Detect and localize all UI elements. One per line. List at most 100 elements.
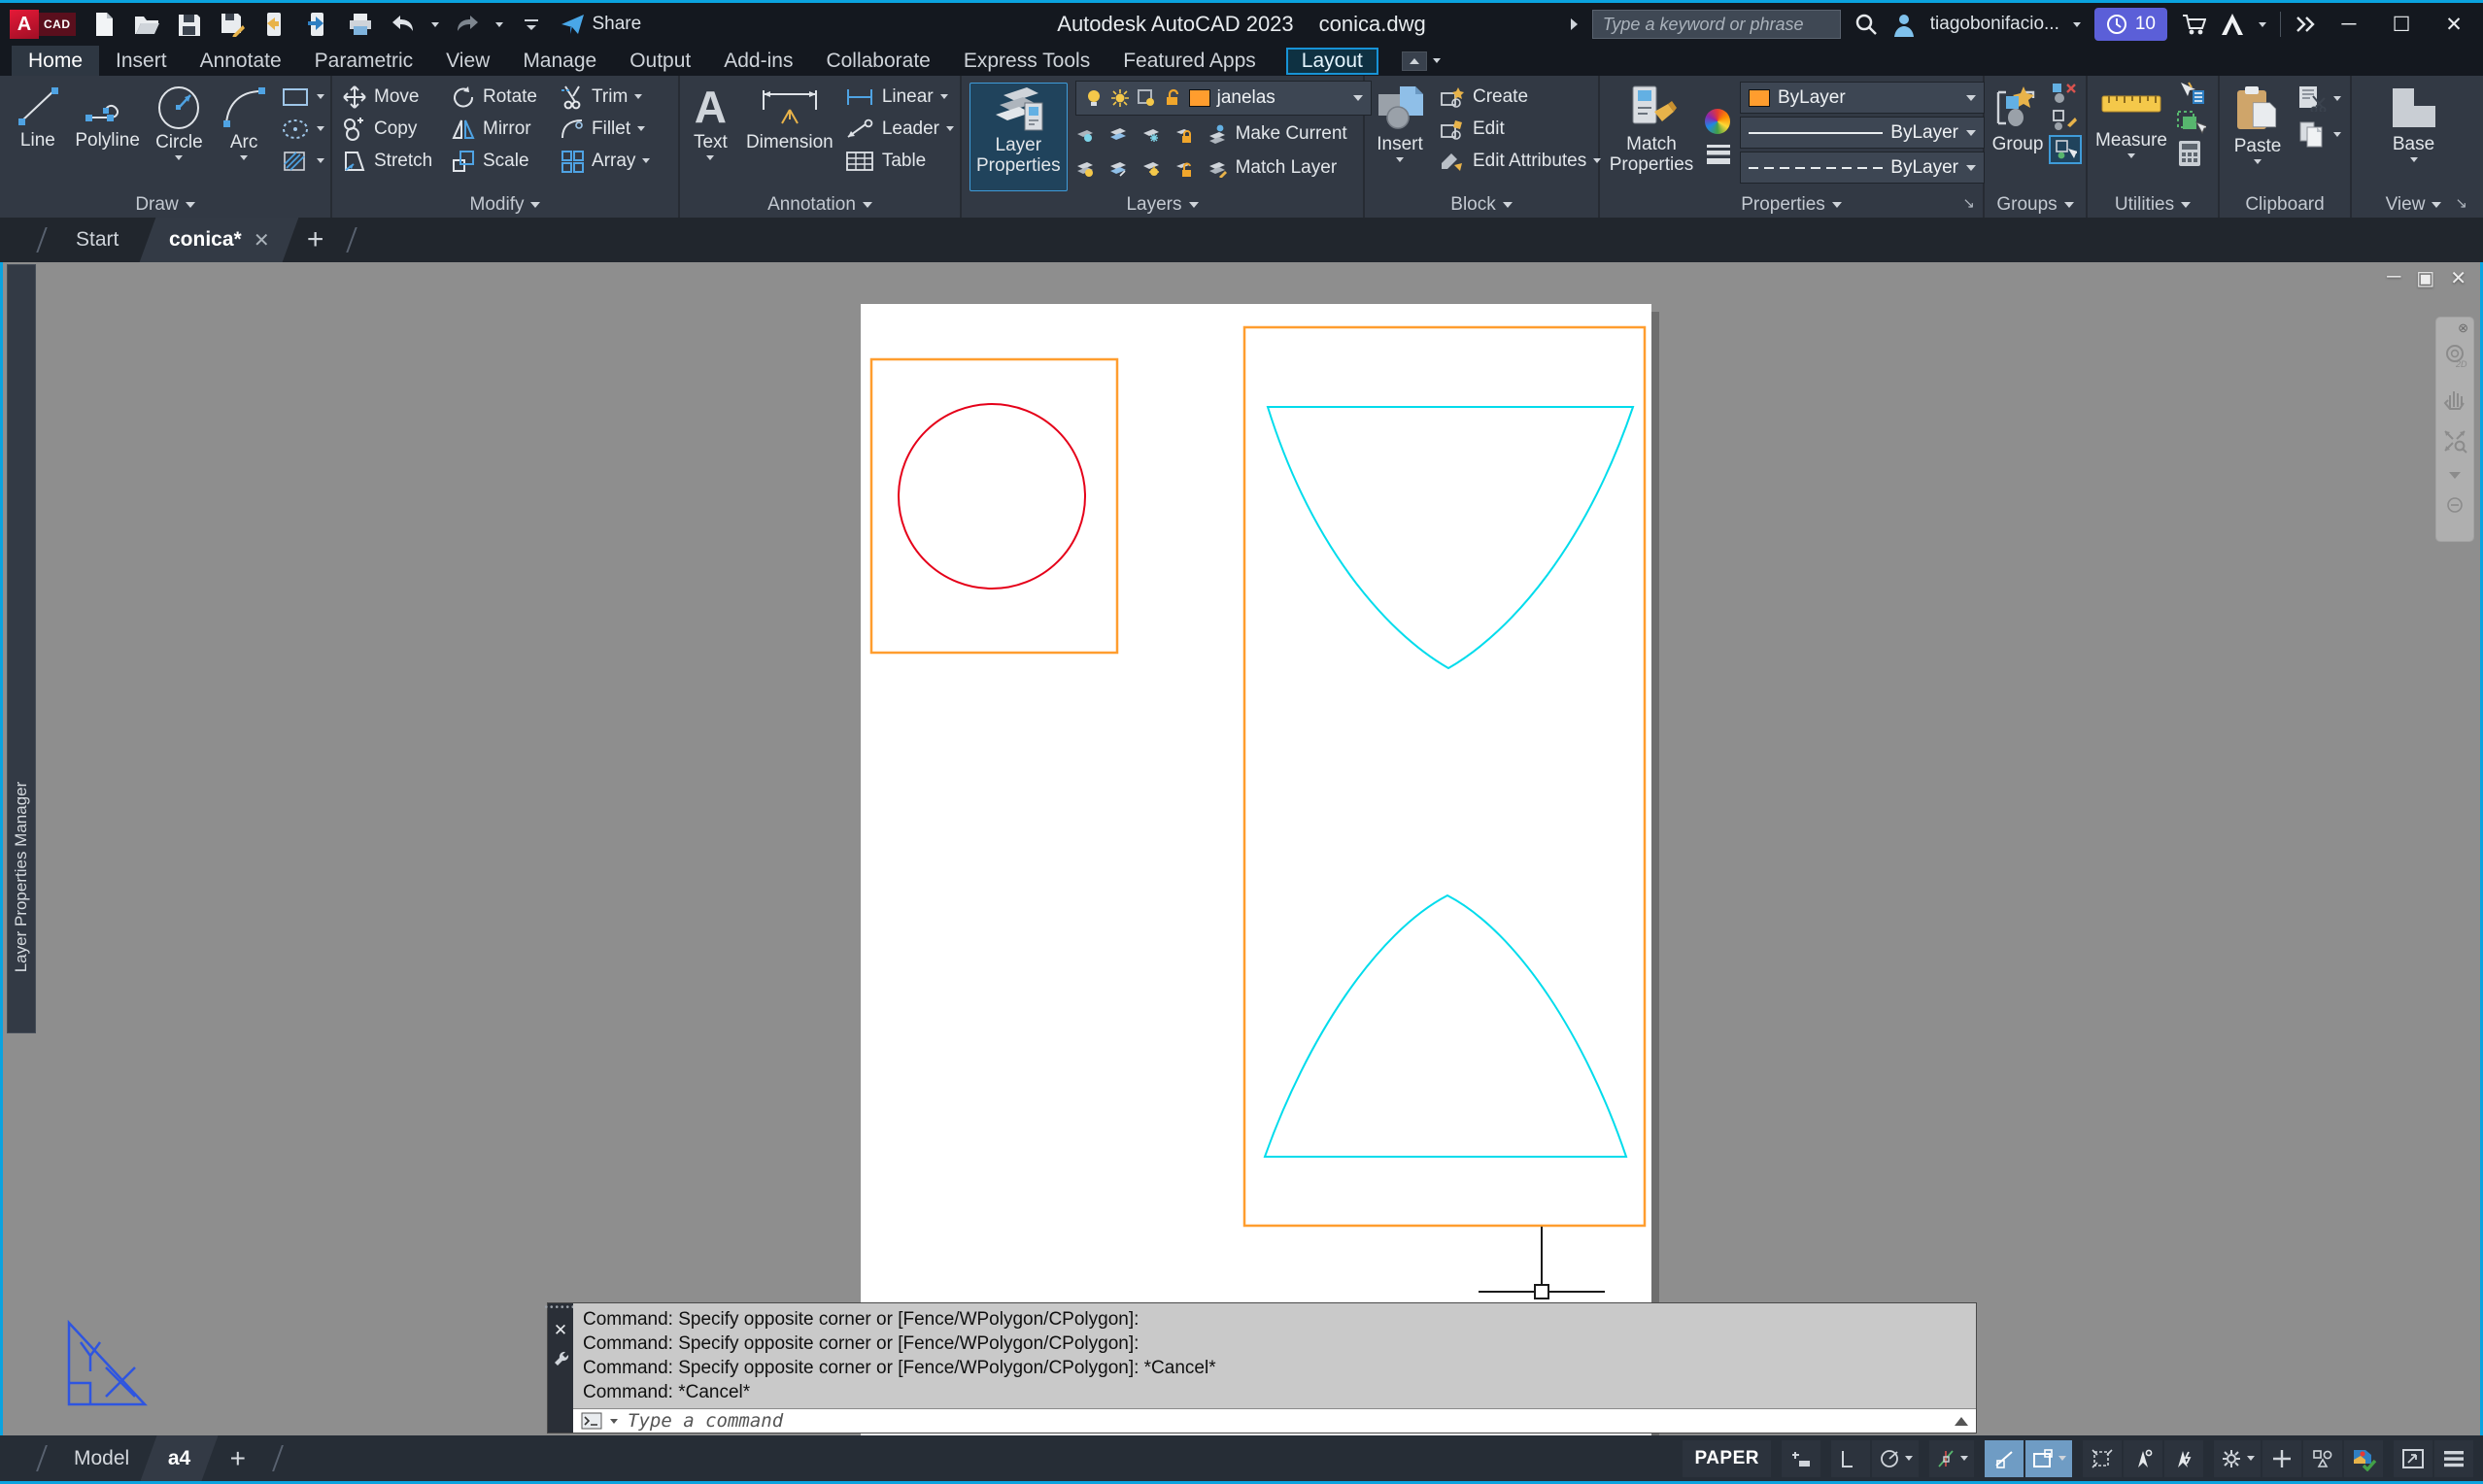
steering-wheel-2d-icon[interactable]: 2D [2442, 343, 2467, 368]
text-dropdown-caret[interactable] [706, 155, 714, 160]
annotation-autoscale-toggle[interactable] [2124, 1440, 2162, 1477]
scale-button[interactable]: Scale [451, 145, 560, 177]
export-button[interactable] [303, 10, 332, 39]
copy-dropdown-caret[interactable] [2333, 132, 2341, 137]
lineweight-dropdown-caret[interactable] [1966, 130, 1976, 136]
make-current-button[interactable]: Make Current [1207, 118, 1347, 150]
navbar-close-icon[interactable]: ⊗ [2458, 320, 2468, 336]
hatch-dropdown-caret[interactable] [317, 158, 324, 163]
rectangle-dropdown-caret[interactable] [317, 94, 324, 99]
array-dropdown-caret[interactable] [642, 158, 650, 163]
match-properties-button[interactable]: Match Properties [1606, 81, 1697, 191]
autodesk-menu-caret[interactable] [2259, 22, 2266, 27]
tab-express-tools[interactable]: Express Tools [947, 46, 1106, 76]
osnap-caret[interactable] [2058, 1456, 2066, 1461]
new-file-button[interactable] [89, 10, 119, 39]
user-avatar-icon[interactable] [1891, 12, 1917, 37]
close-window-button[interactable]: ✕ [2434, 8, 2473, 41]
measure-button[interactable]: Measure [2093, 81, 2169, 191]
customization-button[interactable] [2434, 1440, 2473, 1477]
pan-hand-icon[interactable] [2442, 386, 2467, 411]
app-menu-button[interactable]: A CAD [10, 10, 76, 39]
base-view-button[interactable]: Base [2375, 81, 2453, 191]
tab-insert[interactable]: Insert [99, 46, 184, 76]
command-input-row[interactable] [573, 1408, 1976, 1433]
layer-off-button[interactable] [1075, 118, 1095, 150]
panel-label-view[interactable]: View↘ [2352, 191, 2475, 218]
tab-add-ins[interactable]: Add-ins [707, 46, 809, 76]
tab-home[interactable]: Home [12, 46, 99, 76]
panel-label-block[interactable]: Block [1365, 191, 1598, 218]
tab-annotate[interactable]: Annotate [184, 46, 298, 76]
plot-button[interactable] [346, 10, 375, 39]
redo-button[interactable] [453, 10, 482, 39]
ellipse-button[interactable] [281, 113, 324, 145]
cart-icon[interactable] [2181, 13, 2206, 36]
layer-isolate-button[interactable] [1108, 118, 1128, 150]
color-dropdown-caret[interactable] [1966, 95, 1976, 101]
view-panel-launcher[interactable]: ↘ [2455, 194, 2467, 212]
tab-manage[interactable]: Manage [506, 46, 613, 76]
lineweight-dropdown[interactable]: ByLayer [1740, 117, 1985, 149]
grid-display-toggle[interactable] [1782, 1440, 1820, 1477]
doc-restore-button[interactable]: ▣ [2416, 266, 2434, 290]
zoom-extents-icon[interactable] [2442, 428, 2467, 454]
linetype-dropdown[interactable]: ByLayer [1740, 152, 1985, 184]
annotation-scale-button[interactable] [2164, 1440, 2203, 1477]
navbar-dropdown-caret[interactable] [2448, 471, 2462, 480]
maximize-window-button[interactable]: ☐ [2382, 8, 2421, 41]
linetype-dropdown-caret[interactable] [1966, 165, 1976, 171]
command-input[interactable] [626, 1409, 1947, 1433]
panel-label-properties[interactable]: Properties↘ [1600, 191, 1983, 218]
polar-caret[interactable] [1905, 1456, 1913, 1461]
command-window-grip[interactable]: •••••• ✕ [548, 1303, 573, 1433]
match-layer-button[interactable]: Match Layer [1207, 152, 1338, 184]
ungroup-icon[interactable] [2049, 81, 2078, 106]
layout-paper-sheet[interactable] [861, 304, 1651, 1435]
dimension-button[interactable]: Dimension [743, 81, 836, 191]
close-file-tab-icon[interactable]: ✕ [254, 228, 270, 253]
file-tab-conica[interactable]: conica* ✕ [140, 218, 299, 262]
leader-dropdown-caret[interactable] [946, 126, 954, 131]
save-as-button[interactable] [218, 10, 247, 39]
navbar-collapse-icon[interactable] [2447, 497, 2463, 513]
doc-minimize-button[interactable]: ─ [2387, 266, 2400, 290]
layer-on-all-button[interactable] [1075, 152, 1095, 184]
close-command-window-icon[interactable]: ✕ [554, 1321, 567, 1340]
text-button[interactable]: A Text [686, 81, 735, 191]
clean-screen-button[interactable] [2394, 1440, 2432, 1477]
linear-dimension-button[interactable]: Linear [844, 81, 954, 113]
cut-button[interactable] [2297, 84, 2341, 112]
insert-block-button[interactable]: Insert [1371, 81, 1429, 191]
object-snap-toggle[interactable] [1985, 1440, 2024, 1477]
navigation-bar[interactable]: ⊗ 2D [2435, 317, 2474, 542]
panel-label-layers[interactable]: Layers [962, 191, 1363, 218]
doc-close-button[interactable]: ✕ [2450, 266, 2466, 290]
group-button[interactable]: Group [1990, 81, 2045, 191]
cut-dropdown-caret[interactable] [2333, 96, 2341, 101]
paste-dropdown-caret[interactable] [2254, 159, 2262, 164]
drag-handle-icon[interactable]: •••••• [545, 1305, 577, 1311]
ellipse-dropdown-caret[interactable] [317, 126, 324, 131]
object-color-dropdown[interactable]: ByLayer [1740, 82, 1985, 114]
annotation-visibility-toggle[interactable] [2083, 1440, 2122, 1477]
dynamic-input-toggle[interactable] [2025, 1440, 2072, 1477]
new-drawing-tab-button[interactable]: + [291, 218, 340, 262]
hatch-button[interactable] [281, 145, 324, 177]
arc-button[interactable]: Arc [213, 81, 275, 191]
table-button[interactable]: Table [844, 145, 954, 177]
layer-properties-button[interactable]: Layer Properties [969, 83, 1068, 191]
select-similar-icon[interactable] [2175, 109, 2206, 136]
wrench-icon[interactable] [553, 1350, 569, 1366]
layer-dropdown-caret[interactable] [1353, 95, 1363, 101]
trim-button[interactable]: Trim [560, 81, 668, 113]
circle-button[interactable]: Circle [145, 81, 213, 191]
overflow-chevrons-icon[interactable] [2295, 16, 2316, 33]
autodesk-a-icon[interactable] [2220, 12, 2245, 37]
edit-block-button[interactable]: Edit [1439, 113, 1601, 145]
file-tab-start[interactable]: Start [54, 218, 140, 262]
panel-label-utilities[interactable]: Utilities [2088, 191, 2218, 218]
model-tab[interactable]: Model [54, 1435, 149, 1481]
panel-label-draw[interactable]: Draw [0, 191, 330, 218]
fillet-dropdown-caret[interactable] [637, 126, 645, 131]
